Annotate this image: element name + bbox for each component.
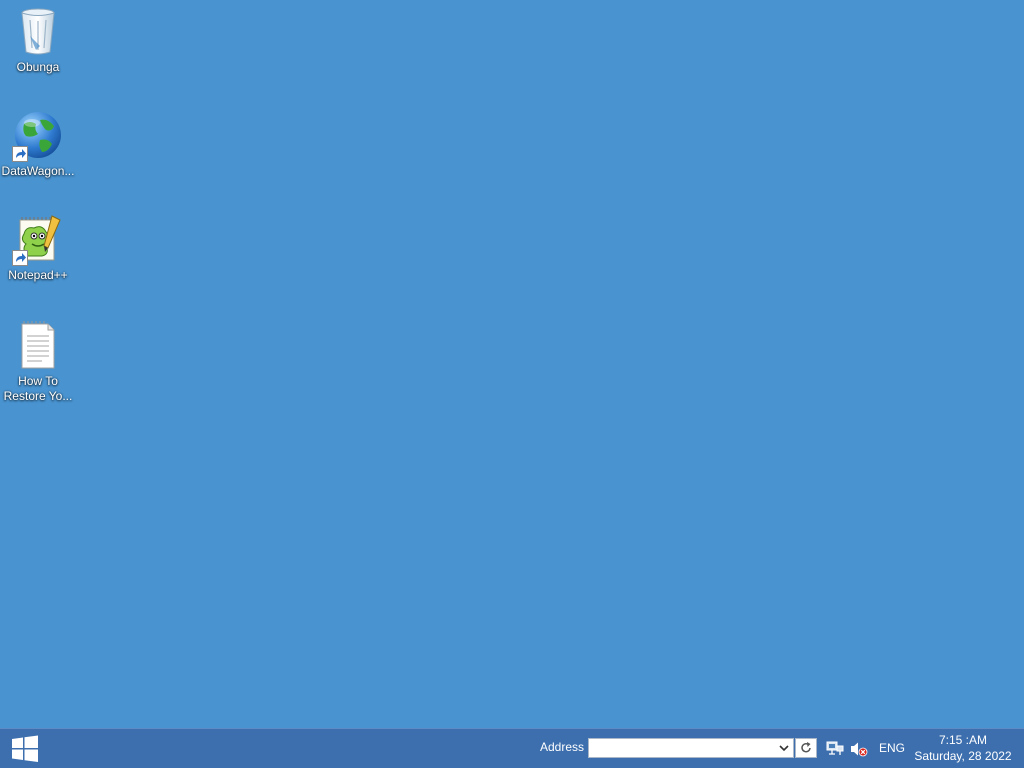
- clock-date: Saturday, 28 2022: [914, 749, 1012, 763]
- taskbar: Address ENG 7:15 :AM Saturday, 28 2022: [0, 728, 1024, 768]
- desktop-icon-notepad-plus-plus[interactable]: Notepad++: [0, 214, 76, 283]
- address-input[interactable]: [589, 741, 775, 759]
- clock-time: 7:15 :AM: [938, 733, 988, 747]
- desktop-icon-datawagon[interactable]: DataWagon...: [0, 110, 76, 179]
- recycle-bin-icon: [12, 6, 64, 58]
- desktop-icon-label: Notepad++: [8, 268, 68, 282]
- address-refresh-button[interactable]: [795, 738, 817, 758]
- chevron-down-icon: [779, 745, 789, 752]
- start-button[interactable]: [4, 731, 46, 767]
- desktop-icon-how-to-restore[interactable]: How To Restore Yo...: [0, 320, 76, 404]
- clock[interactable]: 7:15 :AM Saturday, 28 2022: [910, 732, 1016, 764]
- desktop-icon-label: DataWagon...: [1, 164, 75, 178]
- shortcut-arrow-icon: [12, 250, 28, 266]
- notepad-plus-plus-icon: [12, 214, 64, 266]
- shortcut-arrow-icon: [12, 146, 28, 162]
- address-dropdown-button[interactable]: [777, 741, 791, 755]
- text-document-icon: [12, 320, 64, 372]
- desktop[interactable]: Obunga DataWagon... Notepad++ How To Res…: [0, 0, 1024, 728]
- input-language-indicator[interactable]: ENG: [879, 741, 905, 755]
- network-icon[interactable]: [826, 741, 844, 757]
- address-bar[interactable]: [588, 738, 794, 759]
- desktop-icon-label: How To Restore Yo...: [3, 374, 73, 403]
- windows-logo-icon: [12, 735, 38, 762]
- desktop-icon-label: Obunga: [16, 60, 60, 74]
- volume-muted-icon[interactable]: [850, 741, 868, 757]
- address-label: Address: [540, 740, 585, 754]
- globe-icon: [12, 110, 64, 162]
- desktop-icon-recycle-bin[interactable]: Obunga: [0, 6, 76, 75]
- refresh-icon: [801, 742, 811, 753]
